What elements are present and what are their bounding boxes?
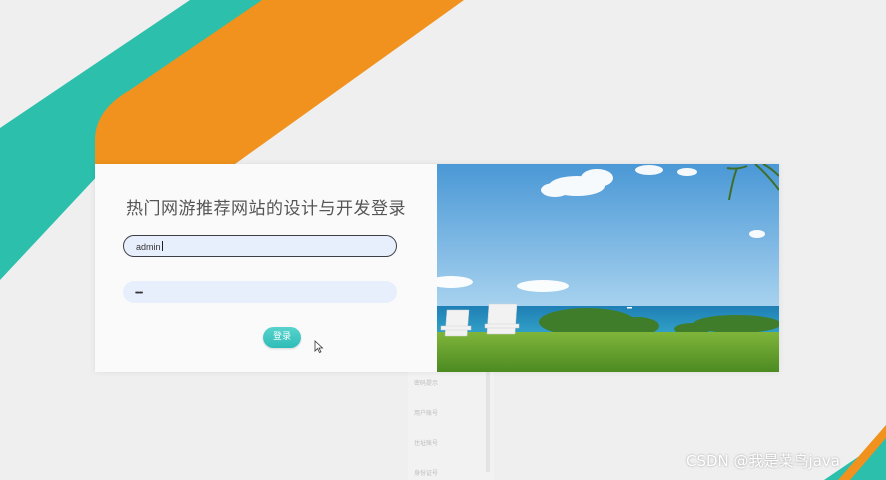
login-title: 热门网游推荐网站的设计与开发登录 bbox=[126, 199, 406, 219]
text-caret bbox=[161, 241, 163, 251]
page-stage: 11 22 账号 密码 密码提示 用户账号 住址账号 身份证号 热门网游推荐网站… bbox=[0, 0, 886, 480]
username-value: admin bbox=[136, 242, 161, 252]
login-button[interactable]: 登录 bbox=[263, 327, 301, 348]
beach-scene-image bbox=[437, 164, 779, 372]
password-value: ••••• bbox=[135, 290, 143, 297]
password-input[interactable]: ••••• bbox=[123, 281, 397, 303]
orange-stripe bbox=[95, 0, 464, 164]
login-card: 热门网游推荐网站的设计与开发登录 admin ••••• 登录 bbox=[95, 164, 779, 372]
username-input[interactable]: admin bbox=[123, 235, 397, 257]
login-form: 热门网游推荐网站的设计与开发登录 admin ••••• 登录 bbox=[95, 164, 437, 372]
mouse-pointer-icon bbox=[314, 340, 324, 354]
beach-photo bbox=[437, 164, 779, 372]
csdn-watermark: CSDN @我是菜鸟java bbox=[686, 452, 840, 470]
